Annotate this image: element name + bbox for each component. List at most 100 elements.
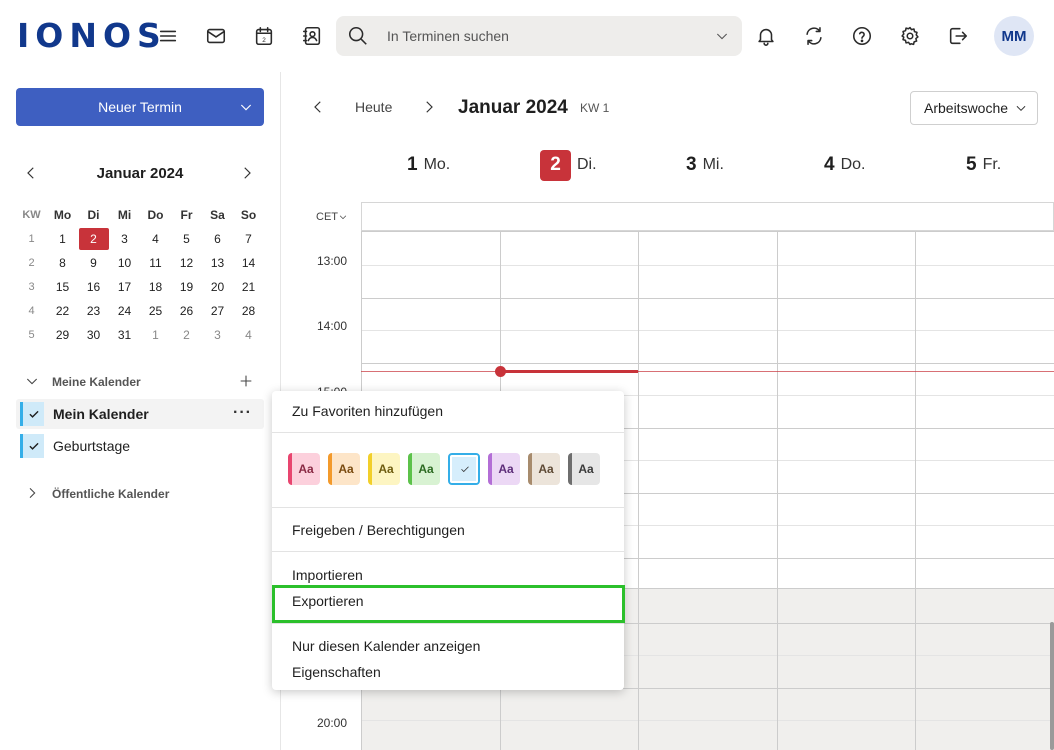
color-swatch-selected[interactable] xyxy=(448,453,480,485)
my-calendars-header[interactable]: Meine Kalender xyxy=(16,371,264,393)
mini-calendar-day[interactable]: 23 xyxy=(78,299,109,323)
refresh-icon[interactable] xyxy=(798,20,830,52)
day-header-tue[interactable]: 2 Di. xyxy=(540,148,597,182)
mini-calendar-day[interactable]: 4 xyxy=(140,227,171,251)
mini-calendar-day[interactable]: 22 xyxy=(47,299,78,323)
mini-calendar-day[interactable]: 20 xyxy=(202,275,233,299)
mini-calendar-day[interactable]: 21 xyxy=(233,275,264,299)
public-calendars-header[interactable]: Öffentliche Kalender xyxy=(16,483,264,505)
logout-icon[interactable] xyxy=(942,20,974,52)
chevron-right-icon[interactable] xyxy=(420,98,440,118)
day-number: 3 xyxy=(686,154,697,175)
checkbox[interactable] xyxy=(20,402,44,426)
week-number[interactable]: 3 xyxy=(16,275,47,299)
color-swatch[interactable]: Aa xyxy=(408,453,440,485)
mini-calendar-week-row: 11234567 xyxy=(16,227,264,251)
add-to-favorites-item[interactable]: Zu Favoriten hinzufügen xyxy=(292,403,443,419)
properties-item[interactable]: Eigenschaften xyxy=(292,664,381,680)
plus-icon[interactable] xyxy=(238,373,256,391)
mini-calendar-day[interactable]: 29 xyxy=(47,323,78,347)
week-number[interactable]: 4 xyxy=(16,299,47,323)
day-header-wed[interactable]: 3 Mi. xyxy=(686,148,724,182)
mini-calendar-day[interactable]: 15 xyxy=(47,275,78,299)
view-selector[interactable]: Arbeitswoche xyxy=(910,91,1038,125)
current-time-line xyxy=(361,371,1054,372)
mini-calendar-day[interactable]: 10 xyxy=(109,251,140,275)
mini-calendar-day[interactable]: 6 xyxy=(202,227,233,251)
chevron-right-icon[interactable] xyxy=(24,485,42,503)
mini-calendar-day[interactable]: 25 xyxy=(140,299,171,323)
chevron-left-icon[interactable] xyxy=(22,164,42,184)
mini-calendar-day[interactable]: 7 xyxy=(233,227,264,251)
day-header-thu[interactable]: 4 Do. xyxy=(824,148,865,182)
mini-calendar-day[interactable]: 30 xyxy=(78,323,109,347)
mail-icon[interactable] xyxy=(200,20,232,52)
help-icon[interactable] xyxy=(846,20,878,52)
day-header-mon[interactable]: 1 Mo. xyxy=(407,148,450,182)
mini-calendar-day[interactable]: 17 xyxy=(109,275,140,299)
share-permissions-item[interactable]: Freigeben / Berechtigungen xyxy=(292,522,465,538)
new-appointment-button[interactable]: Neuer Termin xyxy=(16,88,264,126)
more-options-icon[interactable]: ··· xyxy=(233,404,252,422)
mini-calendar-day[interactable]: 2 xyxy=(171,323,202,347)
color-swatch[interactable]: Aa xyxy=(528,453,560,485)
mini-calendar-day[interactable]: 1 xyxy=(47,227,78,251)
mini-calendar-day[interactable]: 3 xyxy=(202,323,233,347)
week-number[interactable]: 2 xyxy=(16,251,47,275)
mini-calendar-day[interactable]: 9 xyxy=(78,251,109,275)
chevron-down-icon[interactable] xyxy=(714,28,730,44)
mini-calendar-day[interactable]: 3 xyxy=(109,227,140,251)
timezone-label: CET xyxy=(316,211,338,223)
color-swatch[interactable]: Aa xyxy=(568,453,600,485)
color-swatch[interactable]: Aa xyxy=(288,453,320,485)
ionos-logo[interactable]: IONOS xyxy=(17,17,167,55)
calendar-item-mein-kalender[interactable]: Mein Kalender ··· xyxy=(16,399,264,429)
search-icon[interactable] xyxy=(347,25,369,47)
mini-calendar-day[interactable]: 4 xyxy=(233,323,264,347)
settings-icon[interactable] xyxy=(894,20,926,52)
scrollbar[interactable] xyxy=(1050,622,1054,750)
mini-calendar-day[interactable]: 1 xyxy=(140,323,171,347)
mini-calendar-day[interactable]: 19 xyxy=(171,275,202,299)
timezone-selector[interactable]: CET xyxy=(316,211,348,223)
sidebar: Neuer Termin Januar 2024 KW Mo Di Mi Do Fr Sa S… xyxy=(0,72,281,750)
bell-icon[interactable] xyxy=(750,20,782,52)
calendar-item-geburtstage[interactable]: Geburtstage xyxy=(16,431,264,461)
mini-calendar-day[interactable]: 31 xyxy=(109,323,140,347)
mini-calendar-day[interactable]: 18 xyxy=(140,275,171,299)
chevron-left-icon[interactable] xyxy=(309,98,329,118)
mini-calendar-day[interactable]: 24 xyxy=(109,299,140,323)
avatar[interactable]: MM xyxy=(994,16,1034,56)
contacts-icon[interactable] xyxy=(296,20,328,52)
day-header-fri[interactable]: 5 Fr. xyxy=(966,148,1001,182)
week-number[interactable]: 5 xyxy=(16,323,47,347)
chevron-down-icon[interactable] xyxy=(24,373,42,391)
chevron-right-icon[interactable] xyxy=(238,164,258,184)
checkbox[interactable] xyxy=(20,434,44,458)
show-only-this-calendar-item[interactable]: Nur diesen Kalender anzeigen xyxy=(292,638,480,654)
mini-calendar-day[interactable]: 28 xyxy=(233,299,264,323)
week-number[interactable]: 1 xyxy=(16,227,47,251)
mini-calendar-day[interactable]: 13 xyxy=(202,251,233,275)
color-swatch[interactable]: Aa xyxy=(368,453,400,485)
menu-icon[interactable] xyxy=(152,20,184,52)
mini-calendar-day[interactable]: 8 xyxy=(47,251,78,275)
color-swatch[interactable]: Aa xyxy=(328,453,360,485)
mini-calendar-day[interactable]: 16 xyxy=(78,275,109,299)
chevron-down-icon[interactable] xyxy=(238,99,254,115)
calendar-icon[interactable]: 2 xyxy=(248,20,280,52)
mini-calendar-day[interactable]: 27 xyxy=(202,299,233,323)
mini-calendar-day[interactable]: 12 xyxy=(171,251,202,275)
mini-calendar-day[interactable]: 14 xyxy=(233,251,264,275)
search-input[interactable] xyxy=(387,28,707,44)
today-button[interactable]: Heute xyxy=(355,99,392,115)
color-swatch[interactable]: Aa xyxy=(488,453,520,485)
checkmark-icon xyxy=(28,442,39,450)
mini-calendar-day-today[interactable]: 2 xyxy=(78,227,109,251)
import-item[interactable]: Importieren xyxy=(292,567,363,583)
mini-calendar-day[interactable]: 5 xyxy=(171,227,202,251)
all-day-row[interactable] xyxy=(361,202,1054,231)
mini-calendar-day[interactable]: 11 xyxy=(140,251,171,275)
mini-calendar-day[interactable]: 26 xyxy=(171,299,202,323)
mini-calendar-title: Januar 2024 xyxy=(96,165,184,182)
